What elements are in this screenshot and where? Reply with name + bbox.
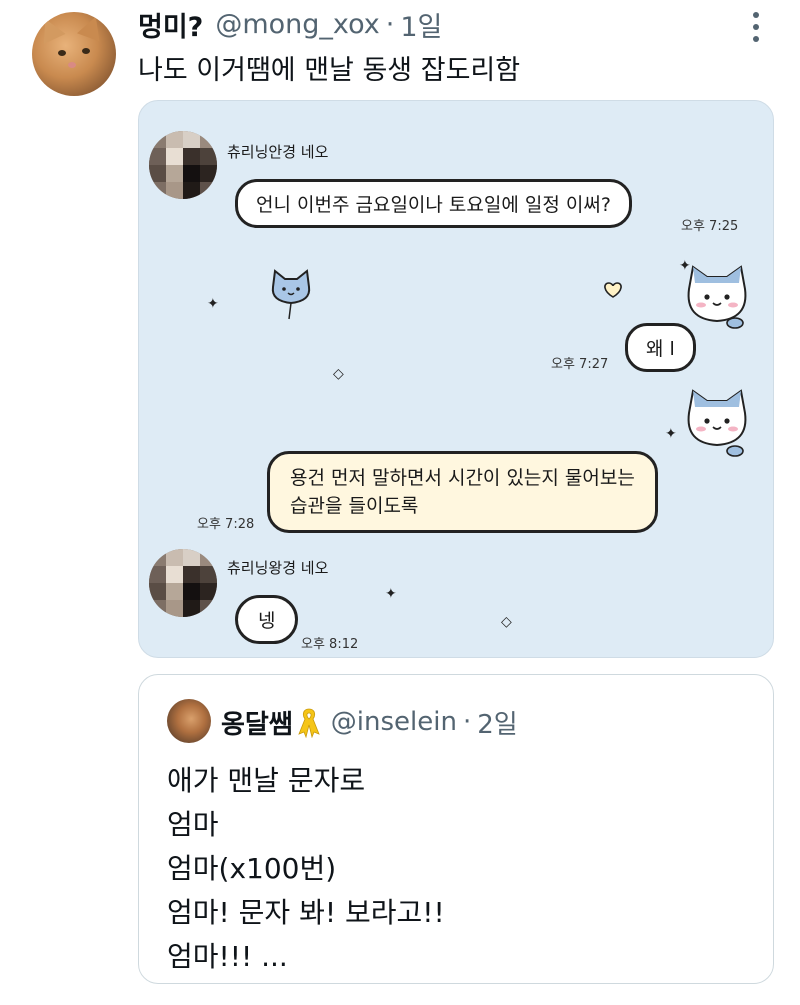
avatar-cat-ear bbox=[34, 13, 66, 45]
chat-message-time: 오후 7:27 bbox=[551, 357, 609, 372]
quoted-text-line: 애가 맨날 문자로 bbox=[167, 764, 366, 797]
chat-message-text: 습관을 들이도록 bbox=[290, 495, 419, 517]
attached-chat-image[interactable]: 츄리닝안경 네오 언니 이번주 금요일이나 토요일에 일정 이써? 오후 7:2… bbox=[138, 100, 774, 658]
chat-bubble-received: 넹 bbox=[235, 595, 299, 644]
quoted-tweet-text: 애가 맨날 문자로 엄마 엄마(x100번) 엄마! 문자 봐! 보라고!! 엄… bbox=[167, 759, 445, 979]
sparkle-icon: ✦ bbox=[207, 296, 219, 312]
sparkle-icon: ◇ bbox=[501, 614, 512, 630]
avatar-cat-eye bbox=[58, 50, 66, 56]
chat-avatar-pixelated bbox=[149, 131, 217, 199]
chat-sender-name: 츄리닝왕경 네오 bbox=[227, 559, 329, 577]
chat-message-text: 넹 bbox=[258, 610, 276, 632]
header-separator: · bbox=[385, 8, 395, 40]
more-dot bbox=[753, 36, 759, 42]
chat-avatar-pixelated bbox=[149, 549, 217, 617]
quoted-text-line: 엄마 bbox=[167, 808, 219, 841]
author-display-name[interactable]: 멍미? bbox=[138, 5, 203, 44]
author-handle[interactable]: @mong_xox bbox=[215, 9, 379, 40]
avatar-cat-eye bbox=[82, 48, 90, 54]
avatar-cat-ear bbox=[76, 12, 108, 42]
yellow-ribbon-icon bbox=[298, 708, 320, 738]
blue-cat-sticker-icon bbox=[271, 269, 311, 320]
tweet-timestamp[interactable]: 1일 bbox=[400, 5, 442, 44]
quoted-author-display-name[interactable]: 옹달쌤 bbox=[221, 704, 293, 741]
quoted-tweet[interactable]: 옹달쌤 @inselein · 2일 애가 맨날 문자로 엄마 엄마(x100번… bbox=[138, 674, 774, 984]
chat-sender-name: 츄리닝안경 네오 bbox=[227, 143, 329, 161]
chat-message-time: 오후 7:28 bbox=[197, 517, 255, 532]
author-avatar[interactable] bbox=[32, 12, 116, 96]
white-cat-sticker-icon bbox=[687, 389, 747, 457]
quoted-author-avatar[interactable] bbox=[167, 699, 211, 743]
tweet-text: 나도 이거땜에 맨날 동생 잡도리함 bbox=[138, 55, 521, 86]
more-dot bbox=[753, 12, 759, 18]
sparkle-icon: ◇ bbox=[333, 366, 344, 382]
chat-message-text: 언니 이번주 금요일이나 토요일에 일정 이써? bbox=[256, 194, 611, 216]
avatar-cat-nose bbox=[68, 62, 76, 68]
sparkle-icon: ✦ bbox=[385, 586, 397, 602]
chat-bubble-sent: 왜 l bbox=[625, 323, 696, 372]
white-cat-sticker-icon bbox=[687, 265, 747, 329]
chat-message-text: 왜 l bbox=[646, 338, 675, 360]
header-separator: · bbox=[462, 707, 472, 737]
quoted-text-line: 엄마!!! ... bbox=[167, 940, 288, 973]
quoted-author-handle[interactable]: @inselein bbox=[331, 707, 457, 737]
more-vertical-icon[interactable] bbox=[750, 12, 762, 42]
more-dot bbox=[753, 24, 759, 30]
chat-bubble-received: 언니 이번주 금요일이나 토요일에 일정 이써? bbox=[235, 179, 632, 228]
quoted-tweet-header: 옹달쌤 @inselein · 2일 bbox=[221, 701, 518, 743]
tweet-header: 멍미? @mong_xox · 1일 bbox=[138, 4, 442, 44]
quoted-tweet-timestamp[interactable]: 2일 bbox=[477, 704, 517, 741]
heart-sticker-icon bbox=[604, 282, 622, 298]
quoted-text-line: 엄마! 문자 봐! 보라고!! bbox=[167, 896, 445, 929]
sparkle-icon: ✦ bbox=[665, 426, 677, 442]
chat-message-time: 오후 7:25 bbox=[681, 219, 739, 234]
chat-bubble-sent: 용건 먼저 말하면서 시간이 있는지 물어보는 습관을 들이도록 bbox=[267, 451, 658, 533]
chat-message-text: 용건 먼저 말하면서 시간이 있는지 물어보는 bbox=[290, 467, 635, 489]
chat-message-time: 오후 8:12 bbox=[301, 637, 359, 652]
quoted-text-line: 엄마(x100번) bbox=[167, 852, 337, 885]
